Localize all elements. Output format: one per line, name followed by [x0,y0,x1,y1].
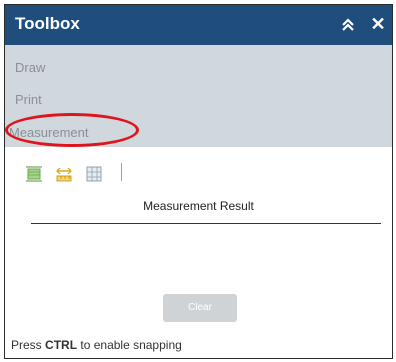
toolbox-title: Toolbox [15,14,80,33]
hint-prefix: Press [11,338,42,352]
hint-key: CTRL [45,338,78,352]
snapping-hint: Press CTRL to enable snapping [11,338,182,352]
location-measure-button[interactable] [85,165,103,183]
distance-measure-button[interactable] [55,165,73,183]
highlight-annotation [5,113,139,147]
close-icon: ✕ [370,14,386,34]
toolbox-header: Toolbox ✕ [5,5,392,45]
toolbox-panel: Toolbox ✕ Draw Print Measurement Measure… [4,4,393,359]
tool-divider [121,163,122,181]
area-measure-icon [26,166,42,182]
nav-item-draw[interactable]: Draw [15,60,45,75]
result-divider [31,223,381,224]
clear-button[interactable]: Clear [163,294,237,322]
measurement-result-label: Measurement Result [143,199,254,213]
nav-item-print[interactable]: Print [15,92,42,107]
collapse-button[interactable] [339,15,357,35]
area-measure-button[interactable] [25,165,43,183]
hint-suffix: to enable snapping [80,338,182,352]
distance-measure-icon [56,167,72,182]
double-chevron-up-icon [342,18,354,31]
location-icon [86,166,102,182]
close-button[interactable]: ✕ [369,14,387,34]
